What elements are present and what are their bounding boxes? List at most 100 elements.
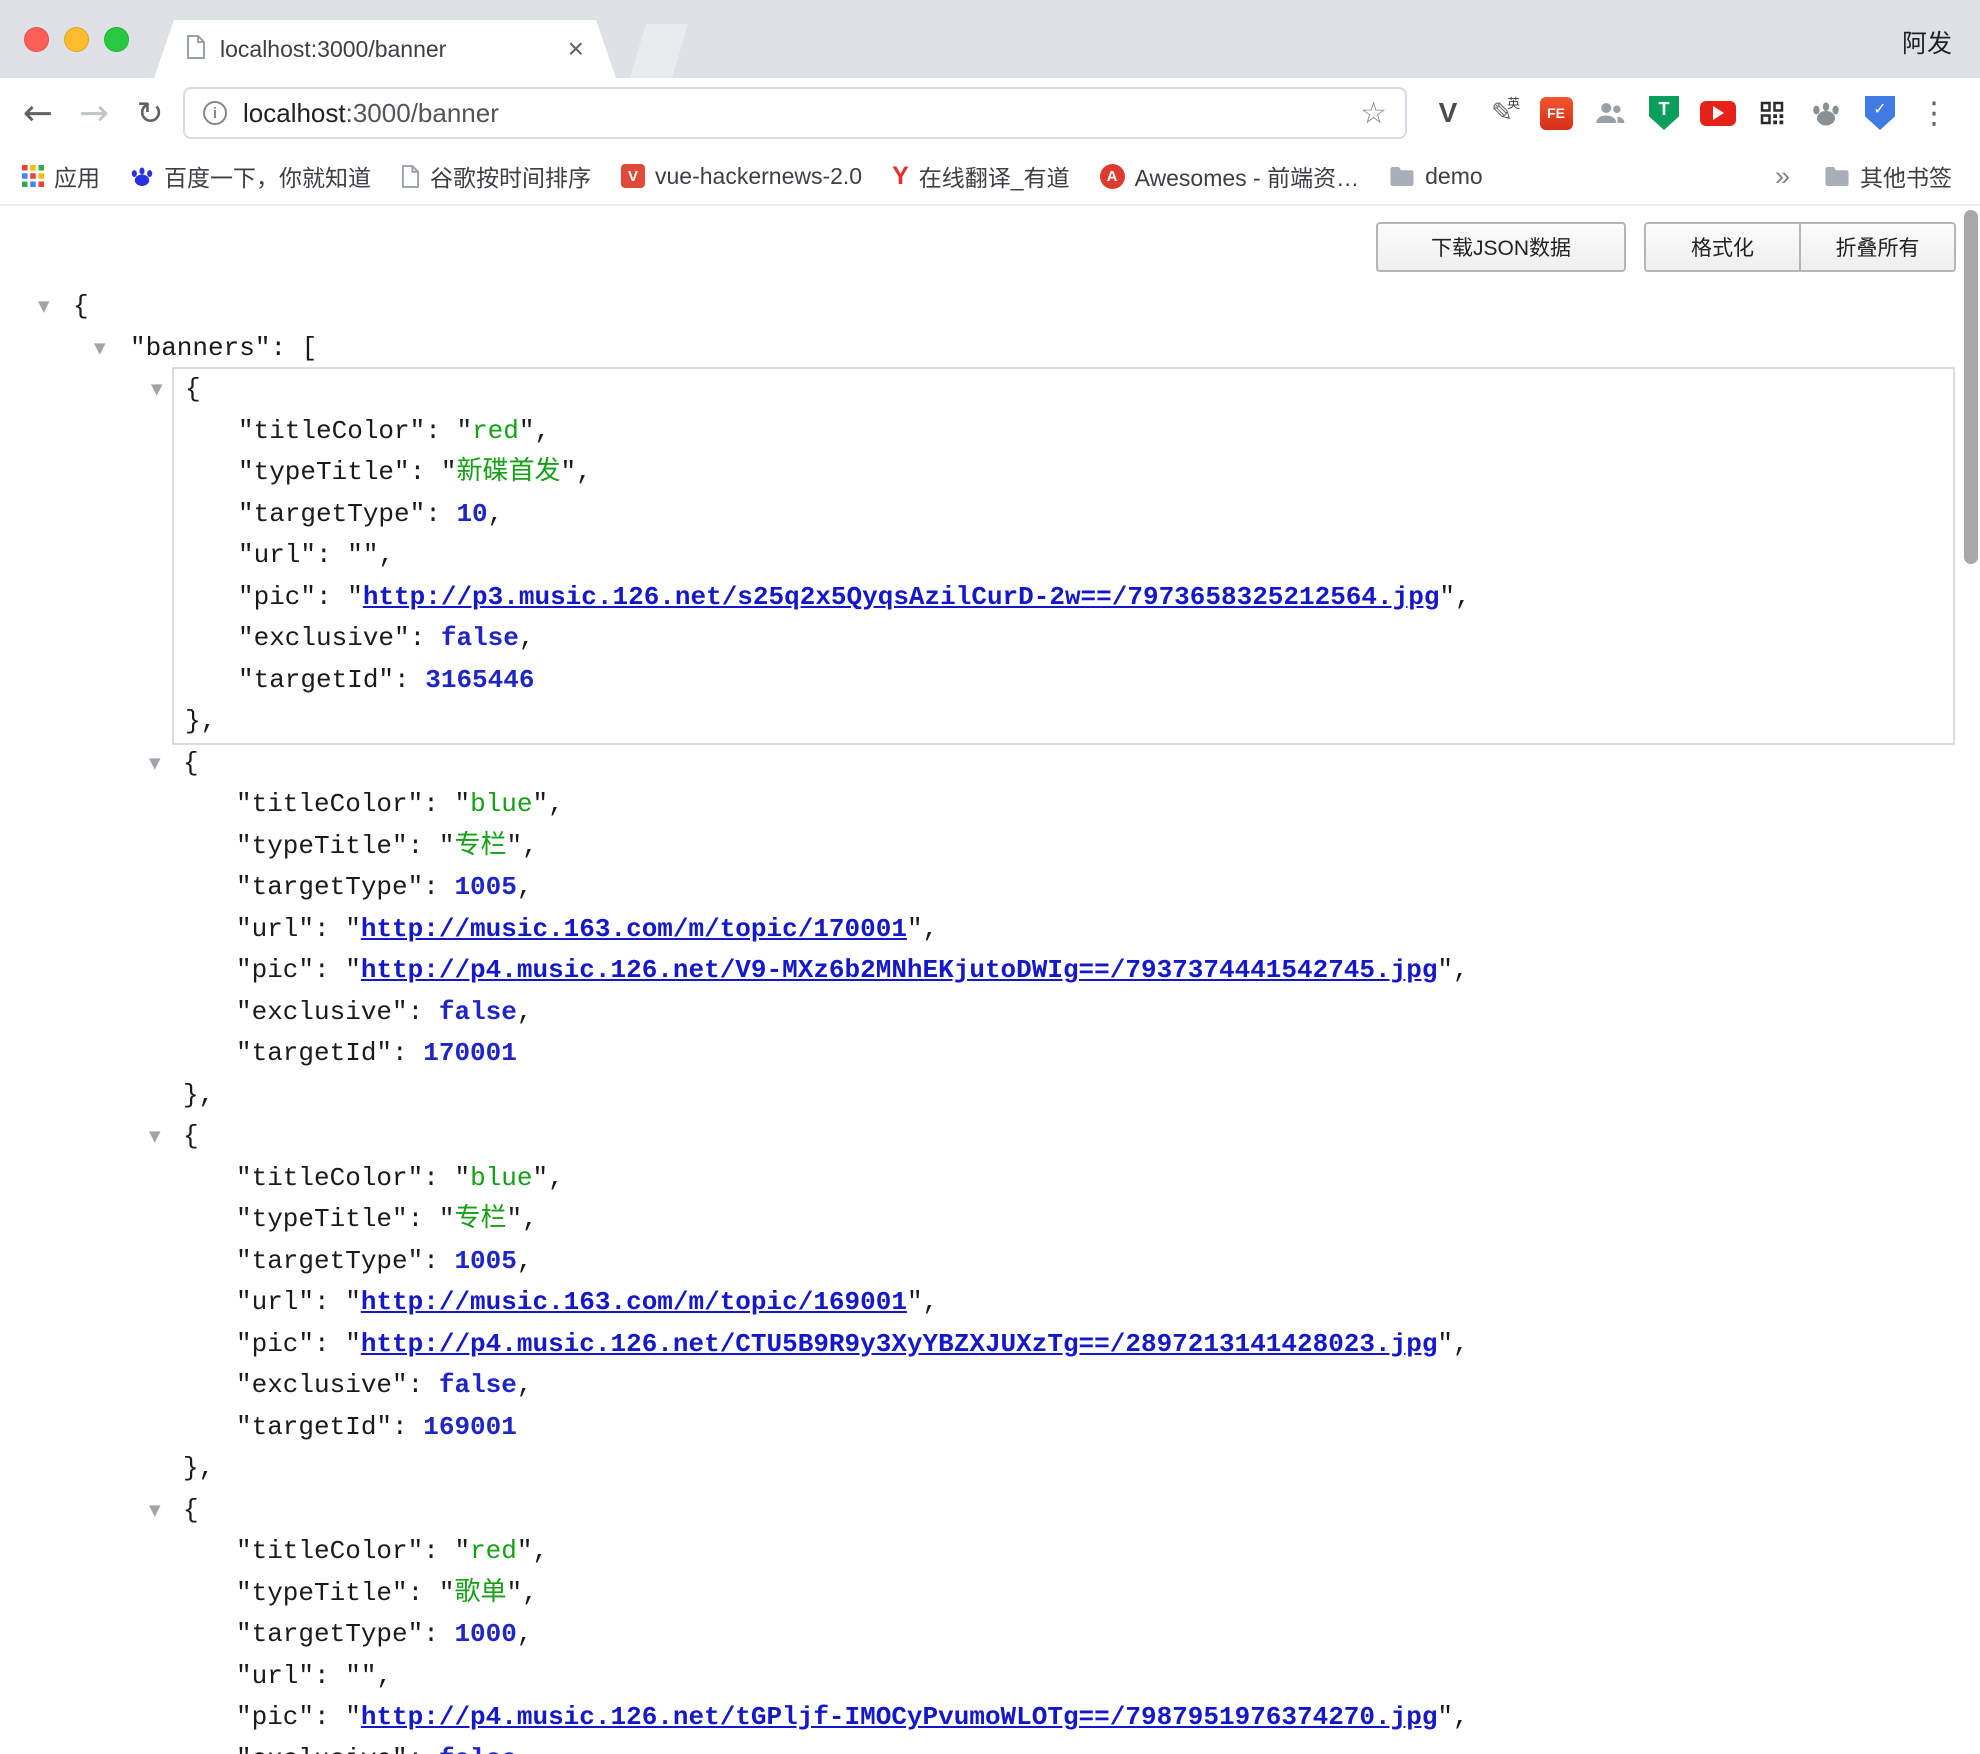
folder-icon: [1824, 166, 1850, 187]
bookmark-apps[interactable]: 应用: [22, 159, 100, 193]
json-property-line: "exclusive": false,: [172, 1365, 1955, 1407]
browser-window: localhost:3000/banner × 阿发 ← → ↻ i local…: [0, 0, 1980, 1754]
banner-object: ▼{"titleColor": "red","typeTitle": "新碟首发…: [172, 367, 1955, 745]
collapse-arrow-icon[interactable]: ▼: [38, 286, 50, 328]
extension-youtube-icon[interactable]: [1698, 89, 1738, 137]
vue-icon: V: [621, 164, 645, 188]
bookmark-label: 百度一下，你就知道: [164, 159, 371, 193]
json-property-line: "typeTitle": "歌单",: [172, 1573, 1955, 1615]
bookmark-label: Awesomes - 前端资…: [1135, 159, 1360, 193]
json-property-line: "pic": "http://p4.music.126.net/CTU5B9R9…: [172, 1324, 1955, 1366]
zoom-window-button[interactable]: [104, 27, 129, 52]
extension-fe-icon[interactable]: FE: [1536, 89, 1576, 137]
json-property-line: "exclusive": false,: [172, 992, 1955, 1034]
json-property-line: "exclusive": false,: [172, 1739, 1955, 1754]
object-open-line: ▼{: [172, 1490, 1955, 1532]
collapse-arrow-icon[interactable]: ▼: [149, 1116, 161, 1158]
collapse-arrow-icon[interactable]: ▼: [151, 369, 163, 411]
bookmark-label: 谷歌按时间排序: [430, 159, 591, 193]
extension-toolbar: V ✎英 FE T ✓ ⋮: [1428, 78, 1954, 148]
json-property-line: "pic": "http://p3.music.126.net/s25q2x5Q…: [174, 577, 1953, 619]
browser-menu-icon[interactable]: ⋮: [1914, 89, 1954, 137]
vertical-scrollbar-thumb[interactable]: [1964, 210, 1978, 564]
profile-name[interactable]: 阿发: [1902, 24, 1952, 60]
bookmark-vue-hackernews[interactable]: V vue-hackernews-2.0: [621, 163, 862, 190]
object-open-line: ▼{: [172, 743, 1955, 785]
forward-button[interactable]: →: [70, 78, 118, 148]
extension-people-icon[interactable]: [1590, 89, 1630, 137]
apps-grid-icon: [22, 165, 44, 187]
json-url-link[interactable]: http://p3.music.126.net/s25q2x5QyqsAzilC…: [363, 582, 1440, 612]
extension-vimium-icon[interactable]: V: [1428, 89, 1468, 137]
extension-translate-icon[interactable]: ✎英: [1482, 89, 1522, 137]
folder-icon: [1389, 166, 1415, 187]
json-root-line: ▼{: [0, 286, 1980, 328]
reload-button[interactable]: ↻: [126, 78, 174, 148]
json-property-line: "typeTitle": "新碟首发",: [174, 452, 1953, 494]
json-property-line: "titleColor": "red",: [172, 1531, 1955, 1573]
json-property-line: "targetType": 1005,: [172, 867, 1955, 909]
extension-qrcode-icon[interactable]: [1752, 89, 1792, 137]
json-property-line: "url": "",: [174, 535, 1953, 577]
back-button[interactable]: ←: [14, 78, 62, 148]
bookmark-demo-folder[interactable]: demo: [1389, 163, 1483, 190]
bookmark-label: 在线翻译_有道: [919, 159, 1070, 193]
json-url-link[interactable]: http://p4.music.126.net/tGPljf-IMOCyPvum…: [361, 1702, 1438, 1732]
bookmark-label: vue-hackernews-2.0: [655, 163, 862, 190]
collapse-arrow-icon[interactable]: ▼: [149, 1490, 161, 1532]
json-property-line: "titleColor": "blue",: [172, 1158, 1955, 1200]
banner-object: ▼{"titleColor": "red","typeTitle": "歌单",…: [172, 1490, 1955, 1754]
page-info-icon[interactable]: i: [203, 101, 227, 125]
json-property-line: "pic": "http://p4.music.126.net/V9-MXz6b…: [172, 950, 1955, 992]
page-favicon-icon: [186, 35, 206, 64]
json-url-link[interactable]: http://music.163.com/m/topic/169001: [361, 1287, 907, 1317]
extension-paw-icon[interactable]: [1806, 89, 1846, 137]
json-property-line: "targetId": 3165446: [174, 660, 1953, 702]
bookmark-star-icon[interactable]: ☆: [1360, 96, 1387, 131]
navigation-bar: ← → ↻ i localhost:3000/banner ☆ V ✎英 FE …: [0, 78, 1980, 148]
json-property-line: "targetType": 1000,: [172, 1614, 1955, 1656]
page-icon: [401, 165, 420, 188]
bookmark-baidu[interactable]: 百度一下，你就知道: [130, 159, 371, 193]
json-property-line: "pic": "http://p4.music.126.net/tGPljf-I…: [172, 1697, 1955, 1739]
json-url-link[interactable]: http://music.163.com/m/topic/170001: [361, 914, 907, 944]
json-property-line: "targetType": 1005,: [172, 1241, 1955, 1283]
extension-tshield-icon[interactable]: T: [1644, 89, 1684, 137]
json-property-line: "url": "http://music.163.com/m/topic/169…: [172, 1282, 1955, 1324]
minimize-window-button[interactable]: [64, 27, 89, 52]
json-property-line: "url": "http://music.163.com/m/topic/170…: [172, 909, 1955, 951]
new-tab-button[interactable]: [630, 24, 688, 78]
bookmark-label: 应用: [54, 159, 100, 193]
object-close-line: },: [172, 1448, 1955, 1490]
object-close-line: },: [174, 701, 1953, 743]
json-property-line: "typeTitle": "专栏",: [172, 826, 1955, 868]
bookmark-youdao[interactable]: Y 在线翻译_有道: [892, 159, 1069, 193]
json-property-line: "targetId": 169001: [172, 1407, 1955, 1449]
bookmarks-bar: 应用 百度一下，你就知道 谷歌按时间排序 V vue-hackernews-2.…: [0, 148, 1980, 206]
awesomes-icon: A: [1100, 164, 1125, 189]
youdao-icon: Y: [892, 162, 909, 191]
json-property-line: "url": "",: [172, 1656, 1955, 1698]
collapse-arrow-icon[interactable]: ▼: [149, 743, 161, 785]
bookmark-awesomes[interactable]: A Awesomes - 前端资…: [1100, 159, 1360, 193]
object-close-line: },: [172, 1075, 1955, 1117]
tab-title: localhost:3000/banner: [220, 36, 554, 63]
banner-object: ▼{"titleColor": "blue","typeTitle": "专栏"…: [172, 1116, 1955, 1490]
collapse-arrow-icon[interactable]: ▼: [94, 328, 106, 370]
json-property-line: "exclusive": false,: [174, 618, 1953, 660]
browser-tab[interactable]: localhost:3000/banner ×: [154, 20, 616, 78]
extension-shield-check-icon[interactable]: ✓: [1860, 89, 1900, 137]
json-url-link[interactable]: http://p4.music.126.net/V9-MXz6b2MNhEKju…: [361, 955, 1438, 985]
page-content: 下载JSON数据 格式化 折叠所有 ▼{▼"banners": [▼{"titl…: [0, 206, 1980, 1754]
close-window-button[interactable]: [24, 27, 49, 52]
bookmark-label: 其他书签: [1860, 159, 1952, 193]
tab-close-icon[interactable]: ×: [568, 35, 584, 63]
bookmarks-overflow-chevron[interactable]: »: [1775, 161, 1790, 192]
json-array-line: ▼"banners": [: [0, 328, 1980, 370]
json-property-line: "targetId": 170001: [172, 1033, 1955, 1075]
bookmark-google-sort[interactable]: 谷歌按时间排序: [401, 159, 591, 193]
address-bar[interactable]: i localhost:3000/banner ☆: [183, 87, 1407, 139]
other-bookmarks-folder[interactable]: 其他书签: [1824, 159, 1952, 193]
json-url-link[interactable]: http://p4.music.126.net/CTU5B9R9y3XyYBZX…: [361, 1329, 1438, 1359]
tab-strip: localhost:3000/banner × 阿发: [0, 0, 1980, 78]
